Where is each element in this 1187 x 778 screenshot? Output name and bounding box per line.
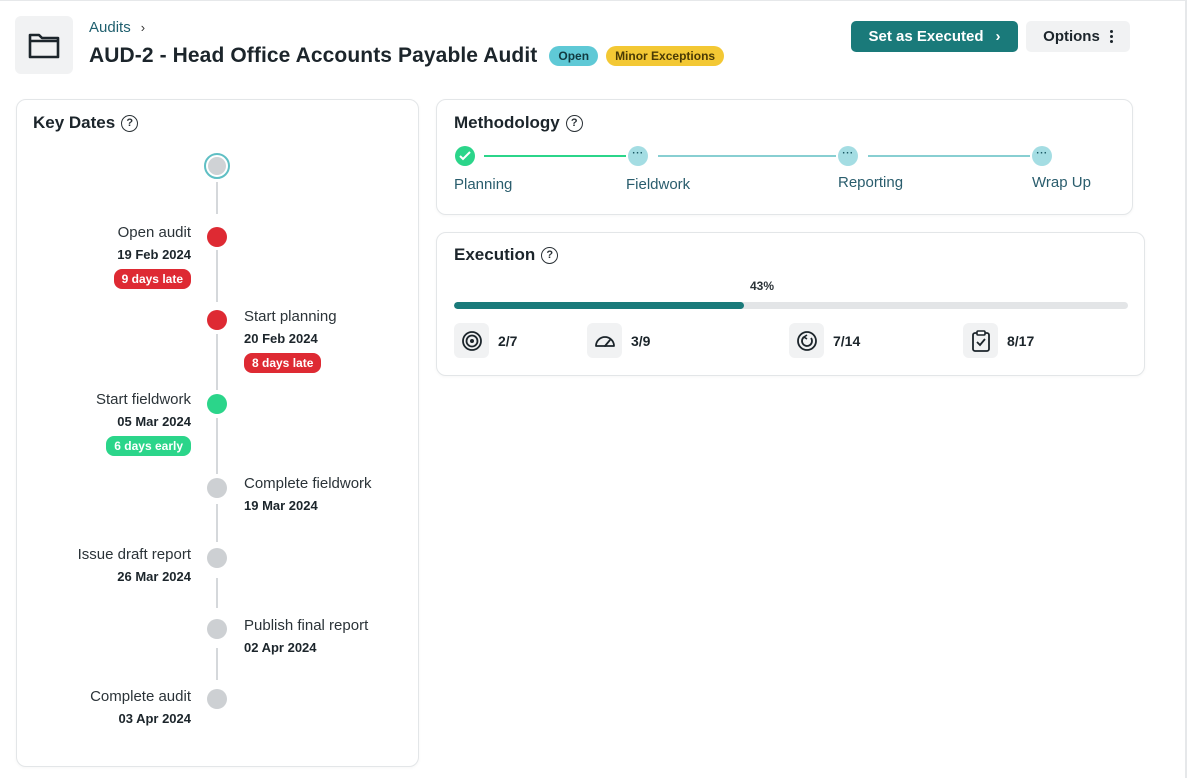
key-date-label: Complete fieldwork xyxy=(244,475,372,492)
timeline-connector xyxy=(216,648,218,680)
progress-bar xyxy=(454,302,1128,309)
key-date-label: Publish final report xyxy=(244,617,369,634)
key-date-label: Start planning xyxy=(244,308,337,325)
methodology-title: Methodology xyxy=(454,113,560,132)
stat-objectives[interactable]: 2/7 xyxy=(454,323,517,358)
key-date-open-audit: Open audit 19 Feb 2024 9 days late xyxy=(113,224,191,289)
set-as-executed-button[interactable]: Set as Executed › xyxy=(851,21,1018,52)
key-date-value: 02 Apr 2024 xyxy=(244,640,317,655)
stat-risks[interactable]: 3/9 xyxy=(587,323,650,358)
step-fieldwork-ellipsis-icon[interactable]: ··· xyxy=(628,146,648,166)
methodology-heading: Methodology ? xyxy=(454,113,583,133)
timeline-start-marker xyxy=(204,153,230,179)
key-date-value: 20 Feb 2024 xyxy=(244,331,318,346)
timeline-dot-early xyxy=(207,394,227,414)
key-date-value: 26 Mar 2024 xyxy=(117,569,191,584)
kebab-menu-icon xyxy=(1109,30,1113,43)
step-label-fieldwork[interactable]: Fieldwork xyxy=(626,176,690,193)
breadcrumb-audits-link[interactable]: Audits xyxy=(89,19,131,36)
timeline-dot-pending xyxy=(207,548,227,568)
key-date-label: Complete audit xyxy=(90,688,191,705)
stat-controls[interactable]: 7/14 xyxy=(789,323,860,358)
timeline-connector xyxy=(216,250,218,302)
timeline-connector xyxy=(216,418,218,474)
timeline-dot-pending xyxy=(207,619,227,639)
key-date-value: 19 Mar 2024 xyxy=(244,498,318,513)
key-date-start-planning: Start planning 20 Feb 2024 8 days late xyxy=(244,308,337,373)
stat-value: 8/17 xyxy=(1007,332,1035,349)
step-connector xyxy=(658,155,836,157)
step-label-reporting[interactable]: Reporting xyxy=(838,174,903,191)
execution-title: Execution xyxy=(454,245,536,264)
late-badge: 8 days late xyxy=(244,353,322,373)
timeline-dot-pending xyxy=(207,689,227,709)
step-reporting-ellipsis-icon[interactable]: ··· xyxy=(838,146,858,166)
progress-bar-fill xyxy=(454,302,744,309)
timeline-dot-late xyxy=(207,227,227,247)
help-icon[interactable]: ? xyxy=(121,114,139,132)
key-date-complete-audit: Complete audit 03 Apr 2024 xyxy=(90,688,191,726)
timeline-connector xyxy=(216,504,218,542)
key-date-complete-fieldwork: Complete fieldwork 19 Mar 2024 xyxy=(244,475,372,513)
step-label-planning[interactable]: Planning xyxy=(454,176,512,193)
cycle-icon xyxy=(789,323,824,358)
key-date-issue-draft-report: Issue draft report 26 Mar 2024 xyxy=(78,546,191,584)
breadcrumb: Audits › xyxy=(89,19,145,36)
clipboard-check-icon xyxy=(963,323,998,358)
progress-percent: 43% xyxy=(750,279,775,293)
set-as-executed-label: Set as Executed xyxy=(868,28,984,45)
execution-heading: Execution ? xyxy=(454,245,559,265)
step-label-wrap-up[interactable]: Wrap Up xyxy=(1032,174,1091,191)
status-badge-open: Open xyxy=(549,46,599,66)
step-planning-check-icon[interactable] xyxy=(455,146,475,166)
timeline-dot-late xyxy=(207,310,227,330)
options-label: Options xyxy=(1043,28,1100,45)
folder-icon xyxy=(15,16,73,74)
key-date-value: 03 Apr 2024 xyxy=(118,711,191,726)
timeline-connector xyxy=(216,578,218,608)
timeline-connector xyxy=(216,182,218,214)
step-connector xyxy=(484,155,626,157)
stat-value: 7/14 xyxy=(833,332,861,349)
title-row: AUD-2 - Head Office Accounts Payable Aud… xyxy=(89,44,725,68)
key-date-value: 05 Mar 2024 xyxy=(117,414,191,429)
stat-value: 3/9 xyxy=(631,332,651,349)
breadcrumb-separator: › xyxy=(140,20,146,35)
timeline-connector xyxy=(216,334,218,390)
key-date-label: Start fieldwork xyxy=(95,391,191,408)
step-wrap-up-ellipsis-icon[interactable]: ··· xyxy=(1032,146,1052,166)
stat-value: 2/7 xyxy=(498,332,518,349)
early-badge: 6 days early xyxy=(106,436,191,456)
key-date-label: Open audit xyxy=(117,224,191,241)
key-dates-title: Key Dates xyxy=(33,113,116,132)
late-badge: 9 days late xyxy=(113,269,191,289)
timeline-dot-pending xyxy=(207,478,227,498)
target-icon xyxy=(454,323,489,358)
chevron-right-icon: › xyxy=(995,28,1001,45)
key-date-publish-final-report: Publish final report 02 Apr 2024 xyxy=(244,617,368,655)
key-date-label: Issue draft report xyxy=(77,546,191,563)
key-dates-heading: Key Dates ? xyxy=(33,113,139,133)
key-date-value: 19 Feb 2024 xyxy=(117,247,191,262)
help-icon[interactable]: ? xyxy=(565,114,583,132)
stat-tests[interactable]: 8/17 xyxy=(963,323,1034,358)
status-badge-minor-exceptions: Minor Exceptions xyxy=(606,46,725,66)
options-button[interactable]: Options xyxy=(1026,21,1130,52)
step-connector xyxy=(868,155,1030,157)
help-icon[interactable]: ? xyxy=(541,246,559,264)
page-title: AUD-2 - Head Office Accounts Payable Aud… xyxy=(89,44,538,67)
key-date-start-fieldwork: Start fieldwork 05 Mar 2024 6 days early xyxy=(96,391,191,456)
gauge-icon xyxy=(587,323,622,358)
